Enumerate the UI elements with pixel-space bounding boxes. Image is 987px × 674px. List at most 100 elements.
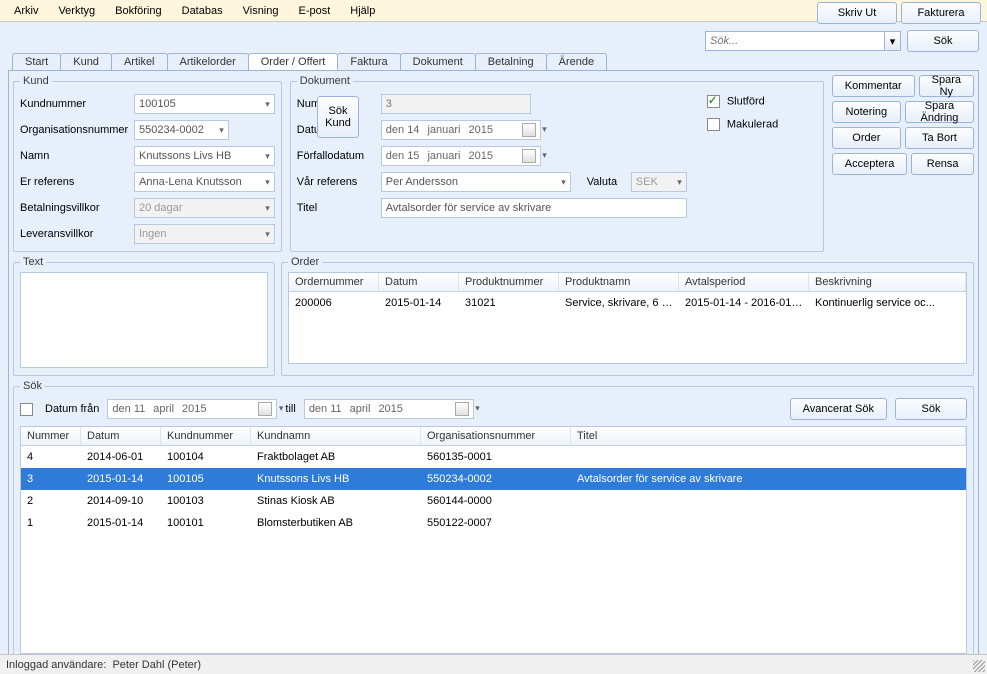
global-search-input[interactable]	[705, 31, 885, 51]
menu-hjalp[interactable]: Hjälp	[340, 2, 385, 20]
sok-button[interactable]: Sök	[895, 398, 967, 420]
order-col-produktnr[interactable]: Produktnummer	[459, 273, 559, 291]
results-col-kundnr[interactable]: Kundnummer	[161, 427, 251, 445]
kundnummer-select[interactable]: 100105	[134, 94, 275, 114]
tabs: Start Kund Artikel Artikelorder Order / …	[12, 52, 987, 70]
calendar-icon[interactable]	[258, 402, 272, 416]
slutford-label: Slutförd	[727, 95, 765, 107]
calendar-icon[interactable]	[522, 149, 536, 163]
dokument-legend: Dokument	[297, 75, 353, 87]
order-row[interactable]: 200006 2015-01-14 31021 Service, skrivar…	[289, 292, 966, 314]
sok-kund-button[interactable]: Sök Kund	[317, 96, 359, 138]
datum-picker[interactable]: den 14januari2015	[381, 120, 541, 140]
kundnummer-label: Kundnummer	[20, 98, 130, 110]
tab-kund[interactable]: Kund	[60, 53, 112, 70]
tab-betalning[interactable]: Betalning	[475, 53, 547, 70]
rensa-button[interactable]: Rensa	[911, 153, 974, 175]
till-label: till	[285, 403, 295, 415]
datum-fran-label: Datum från	[45, 403, 99, 415]
statusbar-label: Inloggad användare:	[6, 659, 106, 671]
results-col-titel[interactable]: Titel	[571, 427, 966, 445]
menu-verktyg[interactable]: Verktyg	[48, 2, 105, 20]
tab-artikelorder[interactable]: Artikelorder	[167, 53, 249, 70]
results-table[interactable]: Nummer Datum Kundnummer Kundnamn Organis…	[20, 426, 967, 654]
makulerad-checkbox[interactable]	[707, 118, 720, 131]
menu-epost[interactable]: E-post	[289, 2, 341, 20]
betal-label: Betalningsvillkor	[20, 202, 130, 214]
menu-arkiv[interactable]: Arkiv	[4, 2, 48, 20]
makulerad-label: Makulerad	[727, 118, 778, 130]
namn-label: Namn	[20, 150, 130, 162]
results-col-nummer[interactable]: Nummer	[21, 427, 81, 445]
text-legend: Text	[20, 256, 46, 268]
spara-ny-button[interactable]: Spara Ny	[919, 75, 974, 97]
dokument-group: Dokument Nummer 3 Datum den 14januari201…	[290, 75, 824, 252]
titel-field[interactable]: Avtalsorder för service av skrivare	[381, 198, 687, 218]
order-col-beskrivning[interactable]: Beskrivning	[809, 273, 966, 291]
var-ref-select[interactable]: Per Andersson	[381, 172, 571, 192]
global-search-button[interactable]: Sök	[907, 30, 979, 52]
spara-andring-button[interactable]: Spara Ändring	[905, 101, 974, 123]
tab-dokument[interactable]: Dokument	[400, 53, 476, 70]
fakturera-button[interactable]: Fakturera	[901, 2, 981, 24]
statusbar-user: Peter Dahl (Peter)	[112, 659, 201, 671]
tab-faktura[interactable]: Faktura	[337, 53, 400, 70]
results-col-orgnr[interactable]: Organisationsnummer	[421, 427, 571, 445]
results-row[interactable]: 12015-01-14100101Blomsterbutiken AB55012…	[21, 512, 966, 534]
tab-artikel[interactable]: Artikel	[111, 53, 168, 70]
tab-start[interactable]: Start	[12, 53, 61, 70]
avancerat-sok-button[interactable]: Avancerat Sök	[790, 398, 887, 420]
results-row[interactable]: 32015-01-14100105Knutssons Livs HB550234…	[21, 468, 966, 490]
order-col-avtalsperiod[interactable]: Avtalsperiod	[679, 273, 809, 291]
global-search-dropdown[interactable]: ▾	[885, 31, 901, 51]
order-group: Order Ordernummer Datum Produktnummer Pr…	[281, 256, 974, 376]
titel-label: Titel	[297, 202, 377, 214]
calendar-icon[interactable]	[522, 123, 536, 137]
results-row[interactable]: 42014-06-01100104Fraktbolaget AB560135-0…	[21, 446, 966, 468]
menu-visning[interactable]: Visning	[233, 2, 289, 20]
date-from-picker[interactable]: den 11april2015	[107, 399, 277, 419]
ta-bort-button[interactable]: Ta Bort	[905, 127, 974, 149]
order-col-datum[interactable]: Datum	[379, 273, 459, 291]
leverans-select[interactable]: Ingen	[134, 224, 275, 244]
results-row[interactable]: 22014-09-10100103Stinas Kiosk AB560144-0…	[21, 490, 966, 512]
var-ref-label: Vår referens	[297, 176, 377, 188]
sok-legend: Sök	[20, 380, 45, 392]
order-table[interactable]: Ordernummer Datum Produktnummer Produktn…	[288, 272, 967, 364]
order-legend: Order	[288, 256, 322, 268]
main-panel: Kund Kundnummer 100105 Sök Kund Organisa…	[8, 70, 979, 664]
slutford-checkbox[interactable]	[707, 95, 720, 108]
order-button[interactable]: Order	[832, 127, 901, 149]
date-to-picker[interactable]: den 11april2015	[304, 399, 474, 419]
kund-group: Kund Kundnummer 100105 Sök Kund Organisa…	[13, 75, 282, 252]
tab-arende[interactable]: Ärende	[546, 53, 607, 70]
valuta-select[interactable]: SEK	[631, 172, 687, 192]
namn-select[interactable]: Knutssons Livs HB	[134, 146, 275, 166]
kund-legend: Kund	[20, 75, 52, 87]
nummer-field: 3	[381, 94, 531, 114]
results-col-kundnamn[interactable]: Kundnamn	[251, 427, 421, 445]
er-ref-label: Er referens	[20, 176, 130, 188]
orgnr-select[interactable]: 550234-0002	[134, 120, 229, 140]
datum-fran-checkbox[interactable]	[20, 403, 33, 416]
tab-order-offert[interactable]: Order / Offert	[248, 53, 339, 70]
skriv-ut-button[interactable]: Skriv Ut	[817, 2, 897, 24]
leverans-label: Leveransvillkor	[20, 228, 130, 240]
menu-bokforing[interactable]: Bokföring	[105, 2, 171, 20]
sok-group: Sök Datum från den 11april2015 till den …	[13, 380, 974, 659]
resize-grip-icon[interactable]	[973, 660, 985, 672]
betal-select[interactable]: 20 dagar	[134, 198, 275, 218]
kommentar-button[interactable]: Kommentar	[832, 75, 915, 97]
orgnr-label: Organisationsnummer	[20, 124, 130, 136]
order-col-ordernummer[interactable]: Ordernummer	[289, 273, 379, 291]
forfall-picker[interactable]: den 15januari2015	[381, 146, 541, 166]
er-ref-select[interactable]: Anna-Lena Knutsson	[134, 172, 275, 192]
calendar-icon[interactable]	[455, 402, 469, 416]
order-col-produktnamn[interactable]: Produktnamn	[559, 273, 679, 291]
text-area[interactable]	[20, 272, 268, 368]
menu-databas[interactable]: Databas	[172, 2, 233, 20]
notering-button[interactable]: Notering	[832, 101, 901, 123]
results-col-datum[interactable]: Datum	[81, 427, 161, 445]
acceptera-button[interactable]: Acceptera	[832, 153, 908, 175]
text-group: Text	[13, 256, 275, 376]
